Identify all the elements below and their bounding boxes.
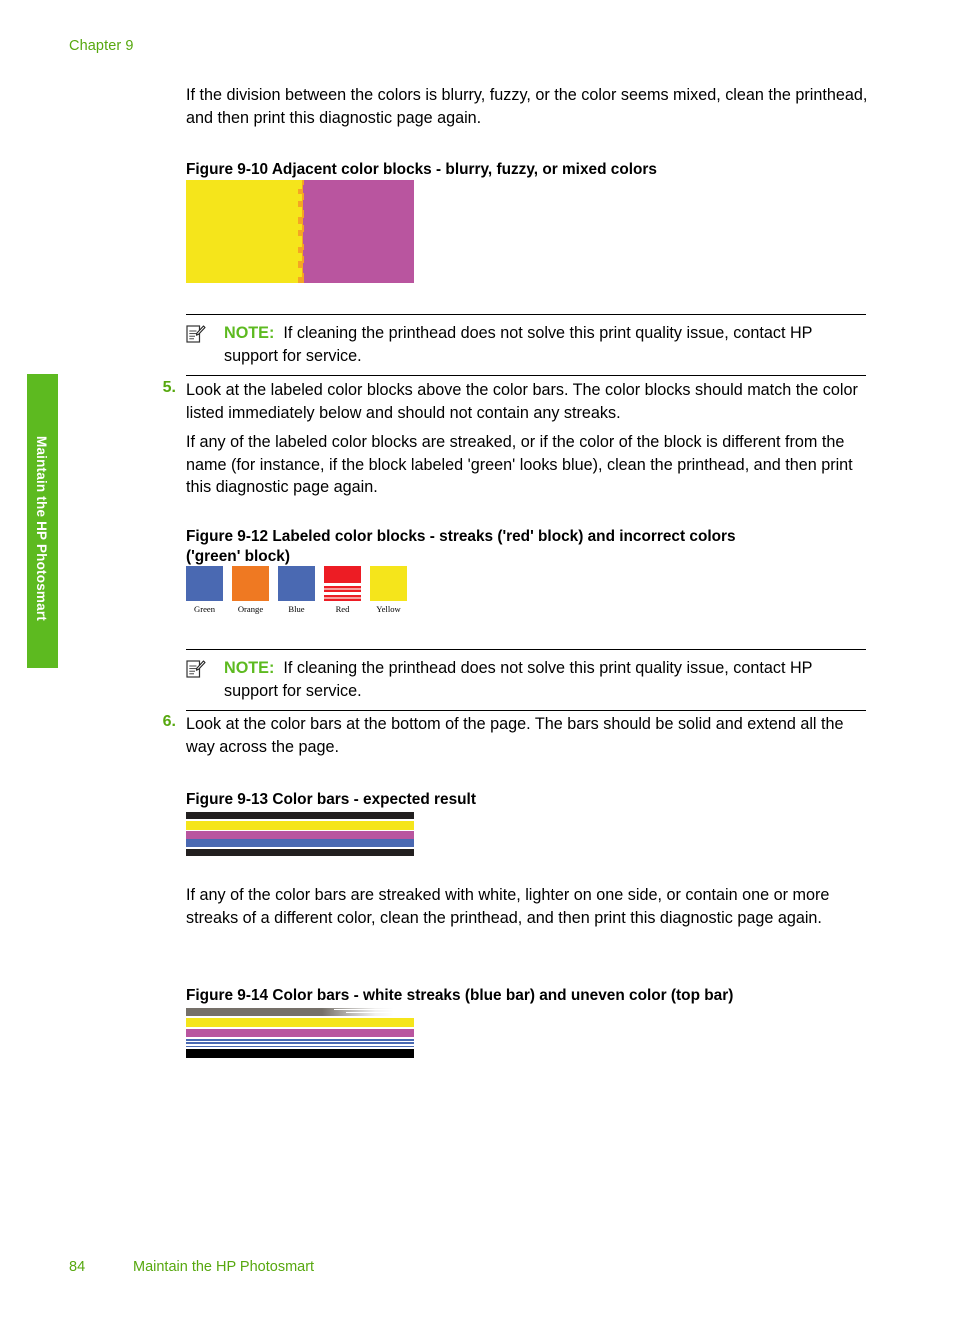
figure-9-10-title: Figure 9-10 Adjacent color blocks - blur… <box>186 161 657 178</box>
swatch-orange <box>232 566 269 601</box>
swatch-group-green: Green <box>186 566 223 614</box>
intro-paragraph: If the division between the colors is bl… <box>186 86 868 127</box>
figure-9-14-image <box>186 1008 414 1058</box>
bar-magenta <box>186 1029 414 1037</box>
yellow-block <box>186 180 300 283</box>
bar-blue-streaked <box>186 1039 414 1047</box>
note-pad-pencil-icon <box>186 325 206 343</box>
step-5-number: 5. <box>162 379 176 396</box>
note-text-2: If cleaning the printhead does not solve… <box>224 659 813 700</box>
bar-blue <box>186 839 414 847</box>
footer-page-number: 84 <box>69 1259 86 1275</box>
note-label-1: NOTE: <box>224 324 275 342</box>
figure-9-13-title: Figure 9-13 Color bars - expected result <box>186 791 476 808</box>
closing-paragraph: If any of the color bars are streaked wi… <box>186 886 830 927</box>
swatch-label-blue: Blue <box>288 604 305 614</box>
gray-white-streak-2 <box>346 1012 408 1014</box>
side-tab: Maintain the HP Photosmart <box>27 374 58 668</box>
figure-9-10-image <box>186 180 414 283</box>
bar-yellow <box>186 1018 414 1027</box>
swatch-red-streaked <box>324 566 361 601</box>
figure-9-14-title: Figure 9-14 Color bars - white streaks (… <box>186 987 734 1004</box>
note-box-2: NOTE: If cleaning the printhead does not … <box>186 649 866 712</box>
swatch-group-orange: Orange <box>232 566 269 614</box>
swatch-group-blue: Blue <box>278 566 315 614</box>
footer-title: Maintain the HP Photosmart <box>133 1259 315 1275</box>
bar-black-bottom <box>186 849 414 856</box>
page-content: Chapter 9 Maintain the HP Photosmart If … <box>0 0 954 1321</box>
swatch-label-yellow: Yellow <box>376 604 401 614</box>
step-5-paragraph-1: Look at the labeled color blocks above t… <box>186 381 858 422</box>
bar-black-bottom <box>186 1049 414 1058</box>
bar-black-top <box>186 812 414 819</box>
swatch-group-red: Red <box>324 566 361 614</box>
blue-white-streak-2 <box>186 1044 414 1046</box>
figure-9-12-title-line-2: ('green' block) <box>186 548 290 565</box>
figure-9-13-image <box>186 812 414 856</box>
swatch-blue <box>278 566 315 601</box>
blue-white-streak-1 <box>186 1040 414 1043</box>
note-box-1: NOTE: If cleaning the printhead does not … <box>186 314 866 377</box>
magenta-block <box>304 180 414 283</box>
note-label-2: NOTE: <box>224 659 275 677</box>
bar-magenta <box>186 831 414 839</box>
step-6-paragraph-1: Look at the color bars at the bottom of … <box>186 715 844 756</box>
gray-white-streak-1 <box>334 1009 408 1011</box>
swatch-group-yellow: Yellow <box>370 566 407 614</box>
note-pad-pencil-icon <box>186 660 206 678</box>
figure-9-12-title-line-1: Figure 9-12 Labeled color blocks - strea… <box>186 528 736 545</box>
step-6-number: 6. <box>162 713 176 730</box>
figure-9-12-image: Green Orange Blue Red Yellow <box>186 566 426 618</box>
swatch-green <box>186 566 223 601</box>
side-tab-label: Maintain the HP Photosmart <box>34 436 49 621</box>
swatch-label-red: Red <box>335 604 350 614</box>
swatch-label-green: Green <box>194 604 215 614</box>
step-5-paragraph-2: If any of the labeled color blocks are s… <box>186 433 853 497</box>
chapter-header: Chapter 9 <box>69 38 134 54</box>
swatch-label-orange: Orange <box>237 604 264 614</box>
note-text-1: If cleaning the printhead does not solve… <box>224 324 813 365</box>
bar-gray-top-uneven <box>186 1008 414 1016</box>
bar-yellow <box>186 821 414 830</box>
swatch-yellow <box>370 566 407 601</box>
